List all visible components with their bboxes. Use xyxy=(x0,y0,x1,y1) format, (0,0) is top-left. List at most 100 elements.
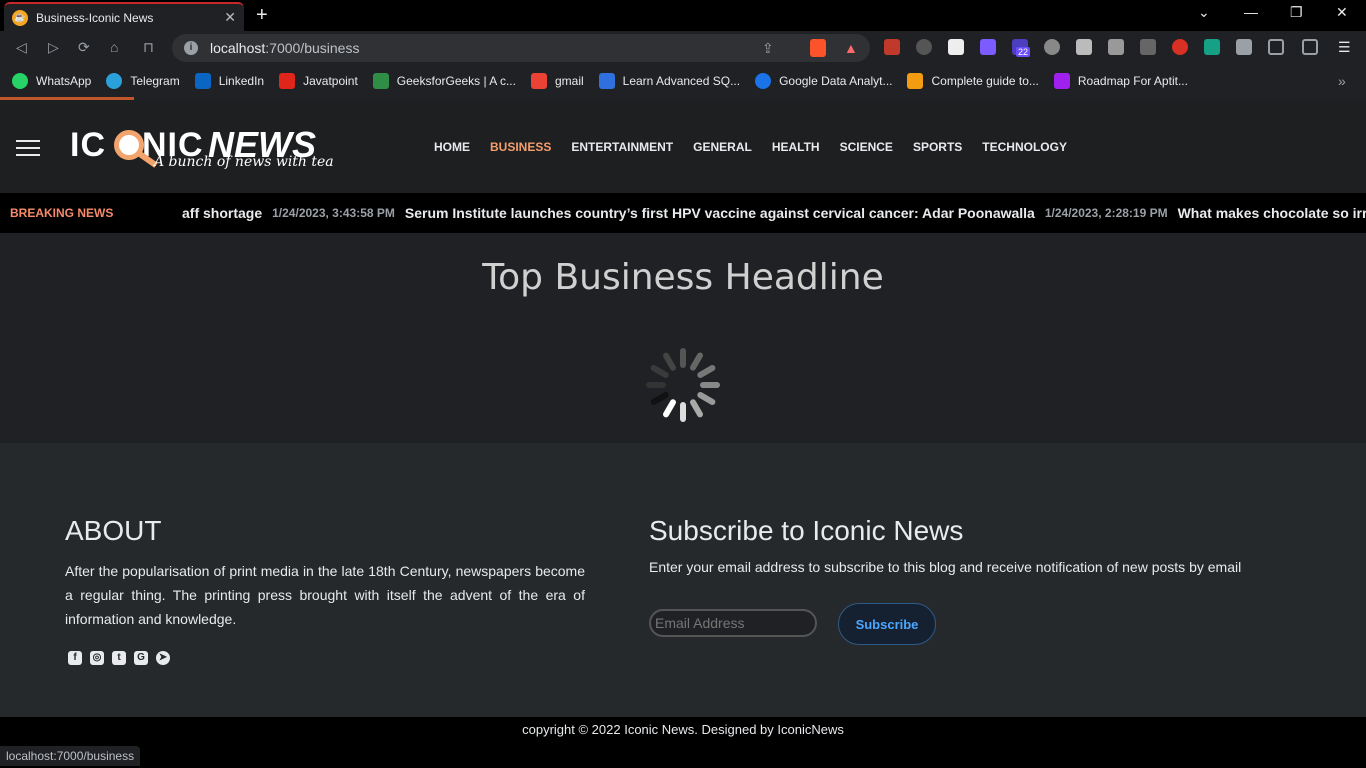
page-title: Top Business Headline xyxy=(482,257,884,298)
brave-shields-icon[interactable] xyxy=(810,39,826,57)
extension-1-icon[interactable] xyxy=(884,39,900,55)
active-tab[interactable]: ☕ Business-Iconic News ✕ xyxy=(4,2,244,31)
minimize-button[interactable]: — xyxy=(1244,4,1258,20)
facebook-icon[interactable]: f xyxy=(68,651,82,665)
close-window-button[interactable]: ✕ xyxy=(1336,4,1348,21)
kaggle-icon xyxy=(598,72,615,89)
menu-general[interactable]: GENERAL xyxy=(693,140,752,154)
menu-entertainment[interactable]: ENTERTAINMENT xyxy=(571,140,673,154)
twitter-icon[interactable]: t xyxy=(112,651,126,665)
status-bar-url: localhost:7000/business xyxy=(0,746,141,766)
page-content: IC NIC NEWS A bunch of news with tea HOM… xyxy=(0,97,1366,768)
home-icon[interactable]: ⌂ xyxy=(110,39,118,55)
bookmark-geeksforgeeks[interactable]: GeeksforGeeks | A c... xyxy=(372,72,516,89)
extension-9-icon[interactable] xyxy=(1140,39,1156,55)
ticker-headline[interactable]: aff shortage xyxy=(182,205,262,221)
javatpoint-icon xyxy=(279,72,296,89)
about-title: ABOUT xyxy=(65,515,162,546)
maximize-button[interactable]: ❐ xyxy=(1290,4,1303,21)
extension-5-icon[interactable]: 22 xyxy=(1012,39,1031,57)
screenshot-icon[interactable] xyxy=(1076,39,1092,55)
bookmarks-bar: WhatsApp Telegram LinkedIn Javatpoint Ge… xyxy=(0,65,1366,96)
logo-text-ic: IC xyxy=(70,126,106,164)
logo-tagline: A bunch of news with tea xyxy=(154,154,334,170)
site-logo[interactable]: IC NIC NEWS A bunch of news with tea xyxy=(70,124,350,176)
linkedin-icon xyxy=(194,72,211,89)
site-footer: ABOUT After the popularisation of print … xyxy=(0,443,1366,717)
breaking-news-bar: BREAKING NEWS aff shortage 1/24/2023, 3:… xyxy=(0,193,1366,233)
main-menu: HOME BUSINESS ENTERTAINMENT GENERAL HEAL… xyxy=(434,140,1067,154)
wallet-icon[interactable] xyxy=(1302,39,1318,55)
whatsapp-icon xyxy=(12,72,28,89)
google-plus-icon[interactable]: G xyxy=(134,651,148,665)
email-input[interactable] xyxy=(649,609,817,637)
ticker-headline[interactable]: Serum Institute launches country’s first… xyxy=(405,205,1035,221)
sidebar-icon[interactable] xyxy=(1268,39,1284,55)
roadmap-icon xyxy=(1053,72,1070,89)
new-tab-button[interactable]: + xyxy=(256,4,268,27)
coursera-icon xyxy=(755,72,772,89)
url-path: :7000/business xyxy=(265,40,360,56)
copyright-bar: copyright © 2022 Iconic News. Designed b… xyxy=(0,717,1366,768)
bookmark-learn-sql[interactable]: Learn Advanced SQ... xyxy=(598,72,740,89)
extension-3-icon[interactable] xyxy=(948,39,964,55)
menu-science[interactable]: SCIENCE xyxy=(840,140,893,154)
extensions-puzzle-icon[interactable] xyxy=(1236,39,1252,55)
bookmark-icon[interactable]: ⊓ xyxy=(143,39,154,56)
social-links: f ◎ t G ➤ xyxy=(68,651,170,665)
hamburger-menu-icon[interactable] xyxy=(16,140,40,158)
loading-spinner-icon xyxy=(646,348,720,422)
bookmark-whatsapp[interactable]: WhatsApp xyxy=(12,72,91,89)
forward-icon[interactable]: ▷ xyxy=(48,39,59,56)
extension-badge: 22 xyxy=(1016,47,1031,57)
ticker-time: 1/24/2023, 2:28:19 PM xyxy=(1044,206,1168,220)
menu-technology[interactable]: TECHNOLOGY xyxy=(982,140,1067,154)
address-bar[interactable]: i localhost :7000/business ⇪ ▲ xyxy=(172,34,870,62)
browser-toolbar: ◁ ▷ ⟳ ⌂ ⊓ i localhost :7000/business ⇪ ▲… xyxy=(0,31,1366,65)
browser-tab-strip: ☕ Business-Iconic News ✕ + ⌄ — ❐ ✕ xyxy=(0,0,1366,31)
bookmark-data-analytics[interactable]: Google Data Analyt... xyxy=(755,72,892,89)
bookmark-roadmap[interactable]: Roadmap For Aptit... xyxy=(1053,72,1188,89)
subscribe-text: Enter your email address to subscribe to… xyxy=(649,559,1242,575)
tab-search-icon[interactable]: ⌄ xyxy=(1198,4,1210,21)
extension-4-icon[interactable] xyxy=(980,39,996,55)
extension-11-icon[interactable] xyxy=(1204,39,1220,55)
bookmark-complete-guide[interactable]: Complete guide to... xyxy=(907,72,1039,89)
extension-2-icon[interactable] xyxy=(916,39,932,55)
menu-home[interactable]: HOME xyxy=(434,140,470,154)
ticker-time: 1/24/2023, 3:43:58 PM xyxy=(272,206,395,220)
extension-6-icon[interactable] xyxy=(1044,39,1060,55)
telegram-social-icon[interactable]: ➤ xyxy=(156,651,170,665)
bookmark-telegram[interactable]: Telegram xyxy=(106,72,180,89)
bookmark-javatpoint[interactable]: Javatpoint xyxy=(279,72,358,89)
gmail-icon xyxy=(530,72,547,89)
more-bookmarks-icon[interactable]: » xyxy=(1338,73,1346,89)
geeksforgeeks-icon xyxy=(372,72,389,89)
news-ticker: aff shortage 1/24/2023, 3:43:58 PM Serum… xyxy=(182,205,1366,221)
guide-icon xyxy=(907,72,924,89)
subscribe-button[interactable]: Subscribe xyxy=(838,603,936,645)
subscribe-title: Subscribe to Iconic News xyxy=(649,515,964,546)
reload-icon[interactable]: ⟳ xyxy=(78,39,90,56)
close-tab-icon[interactable]: ✕ xyxy=(224,9,236,26)
menu-sports[interactable]: SPORTS xyxy=(913,140,962,154)
back-icon[interactable]: ◁ xyxy=(16,39,27,56)
site-navbar: IC NIC NEWS A bunch of news with tea HOM… xyxy=(0,100,1366,196)
breaking-news-label: BREAKING NEWS xyxy=(10,206,114,220)
tab-title: Business-Iconic News xyxy=(36,10,154,25)
bookmark-gmail[interactable]: gmail xyxy=(530,72,584,89)
site-favicon-icon: ☕ xyxy=(12,9,28,26)
menu-icon[interactable]: ☰ xyxy=(1338,39,1351,56)
site-info-icon[interactable]: i xyxy=(184,41,198,55)
instagram-icon[interactable]: ◎ xyxy=(90,651,104,665)
url-host: localhost xyxy=(210,40,266,56)
brave-rewards-icon[interactable]: ▲ xyxy=(844,40,858,56)
bookmark-linkedin[interactable]: LinkedIn xyxy=(194,72,264,89)
extension-8-icon[interactable] xyxy=(1108,39,1124,55)
menu-health[interactable]: HEALTH xyxy=(772,140,820,154)
about-text: After the popularisation of print media … xyxy=(65,563,585,627)
menu-business[interactable]: BUSINESS xyxy=(490,140,551,154)
extension-10-icon[interactable] xyxy=(1172,39,1188,55)
ticker-headline[interactable]: What makes chocolate so irre xyxy=(1178,205,1366,221)
share-icon[interactable]: ⇪ xyxy=(762,40,774,57)
